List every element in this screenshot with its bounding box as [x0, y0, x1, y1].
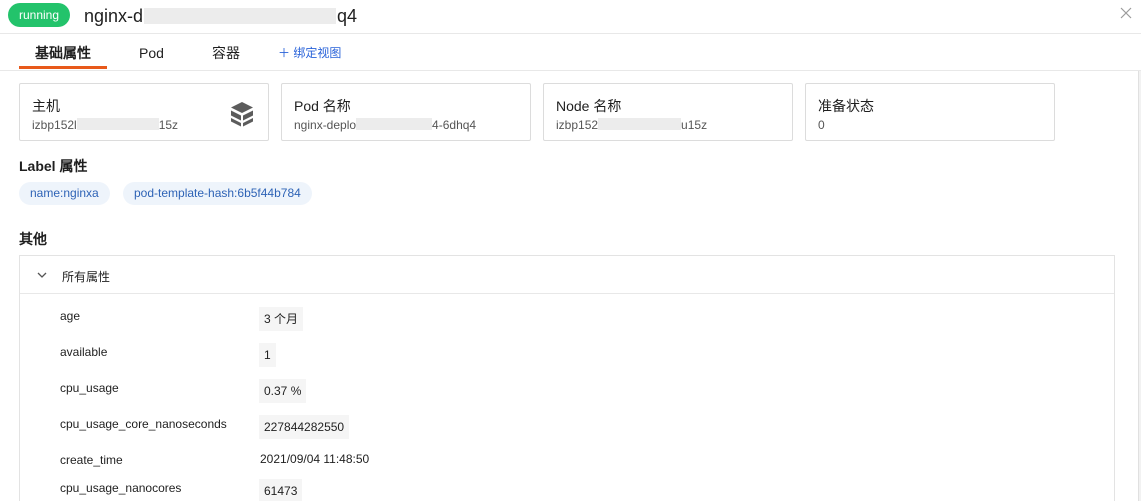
redacted-block: [76, 118, 159, 130]
tab-containers[interactable]: 容器: [212, 34, 240, 70]
host-label: 主机: [32, 98, 60, 114]
tab-bar: 基础属性 Pod 容器 ＋ 绑定视图: [0, 34, 1141, 71]
redacted-block: [144, 8, 337, 24]
property-value: 227844282550: [259, 415, 350, 439]
redacted-block: [356, 118, 433, 130]
property-value: 1: [259, 343, 276, 367]
all-properties-title: 所有属性: [62, 270, 111, 284]
all-properties-panel: 所有属性: [19, 255, 1115, 501]
close-icon[interactable]: [1119, 6, 1133, 20]
label-tag: pod-template-hash:6b5f44b784: [123, 182, 312, 205]
property-value: 61473: [259, 479, 303, 501]
pod-name-card: Pod 名称 nginx-deplo 4-6dhq4: [281, 83, 531, 141]
node-name-value: izbp152 u15z: [556, 118, 707, 132]
label-tag: name:nginxa: [19, 182, 110, 205]
title-end: q4: [337, 6, 358, 26]
host-value-start: izbp152l: [32, 118, 77, 132]
property-value: 3 个月: [259, 307, 304, 331]
chevron-down-icon: [37, 272, 47, 278]
title-start: nginx-d: [84, 6, 144, 26]
label-section-title: Label 属性: [19, 158, 88, 174]
property-value: 2021/09/04 11:48:50: [260, 452, 370, 466]
bind-view-link[interactable]: ＋ 绑定视图: [278, 34, 341, 70]
page-title: nginx-d q4: [84, 5, 357, 27]
node-value-end: u15z: [681, 118, 708, 132]
other-section-title: 其他: [19, 231, 47, 247]
node-value-start: izbp152: [556, 118, 599, 132]
drawer-header: running nginx-d q4: [0, 0, 1141, 34]
pod-name-value: nginx-deplo 4-6dhq4: [294, 118, 476, 132]
redacted-block: [598, 118, 682, 130]
property-key: cpu_usage_core_nanoseconds: [60, 417, 227, 431]
status-badge: running: [8, 3, 71, 27]
host-card: 主机 izbp152l 15z: [19, 83, 269, 141]
all-properties-toggle[interactable]: 所有属性: [20, 256, 1114, 294]
node-name-card: Node 名称 izbp152 u15z: [543, 83, 793, 141]
pod-value-start: nginx-deplo: [294, 118, 357, 132]
server-cube-icon: [231, 102, 253, 127]
host-value: izbp152l 15z: [32, 118, 178, 132]
ready-status-card: 准备状态 0: [805, 83, 1055, 141]
property-key: age: [60, 309, 81, 323]
tab-pod[interactable]: Pod: [139, 34, 164, 70]
pod-value-end: 4-6dhq4: [432, 118, 477, 132]
property-value: 0.37 %: [259, 379, 307, 403]
host-value-end: 15z: [158, 118, 179, 132]
ready-status-label: 准备状态: [818, 98, 874, 114]
node-name-label: Node 名称: [556, 98, 622, 114]
property-key: available: [60, 345, 108, 359]
property-key: cpu_usage_nanocores: [60, 481, 182, 495]
active-tab-indicator: [19, 66, 107, 69]
pod-name-label: Pod 名称: [294, 98, 351, 114]
tab-basic-properties[interactable]: 基础属性: [35, 34, 91, 70]
property-key: cpu_usage: [60, 381, 119, 395]
ready-status-value: 0: [818, 118, 825, 132]
property-key: create_time: [60, 453, 123, 467]
